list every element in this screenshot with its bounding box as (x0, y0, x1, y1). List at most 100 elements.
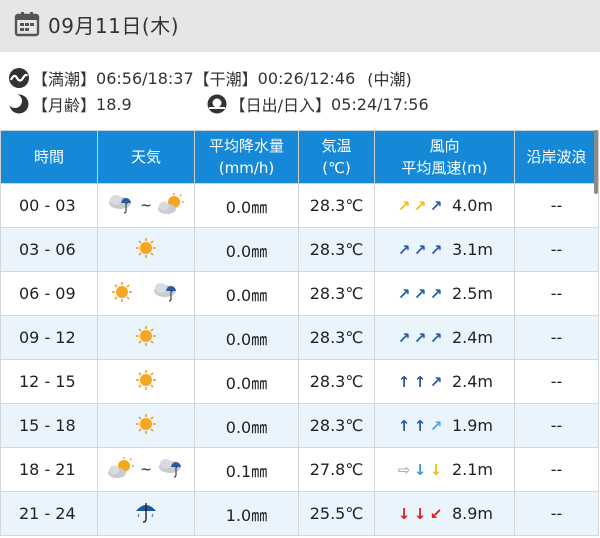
rain-cloud-icon (151, 280, 181, 308)
weather-tilde: ~ (140, 461, 152, 478)
wave-cell: -- (514, 227, 599, 272)
weather-cell (97, 359, 195, 404)
precip-cell: 0.1㎜ (194, 447, 299, 492)
wind-direction-icon: ↗ (413, 284, 427, 303)
wind-speed: 2.4m (451, 372, 494, 391)
wind-speed: 2.4m (451, 328, 494, 347)
wind-direction-icon: ↗ (413, 240, 427, 259)
wind-cell: ↗ ↗ ↗ 2.4m (374, 315, 515, 360)
precip-cell: 0.0㎜ (194, 359, 299, 404)
wind-speed: 8.9m (451, 504, 494, 523)
wind-speed: 4.0m (451, 196, 494, 215)
wind-direction-icon: ⇨ (397, 460, 411, 479)
precip-cell: 0.0㎜ (194, 183, 299, 228)
date-header: 09月11日(木) (0, 0, 600, 52)
wind-direction-icon: ↓ (413, 504, 427, 523)
header-wave: 沿岸波浪 (514, 130, 599, 184)
time-cell: 18 - 21 (0, 447, 98, 492)
table-row: 18 - 21 ~0.1㎜ 27.8℃ ⇨ ↓ ↓ 2.1m -- (0, 447, 599, 492)
sun-icon (135, 413, 157, 439)
tide-wave-icon (9, 68, 29, 88)
low-tide-value: 00:26/12:46 (257, 68, 356, 88)
wind-direction-icon: ↑ (413, 372, 427, 391)
wind-direction-icon: ↙ (429, 504, 443, 523)
time-cell: 21 - 24 (0, 491, 98, 536)
wind-direction-icon: ↓ (397, 504, 411, 523)
table-row: 12 - 15 0.0㎜ 28.3℃ ↑ ↑ ↗ 2.4m -- (0, 359, 599, 404)
table-row: 03 - 06 0.0㎜ 28.3℃ ↗ ↗ ↗ 3.1m -- (0, 227, 599, 272)
moon-age-value: 18.9 (96, 94, 132, 114)
weather-cell (97, 491, 195, 536)
wave-cell: -- (514, 183, 599, 228)
table-row: 15 - 18 0.0㎜ 28.3℃ ↑ ↑ ↗ 1.9m -- (0, 403, 599, 448)
wind-cell: ↗ ↗ ↗ 3.1m (374, 227, 515, 272)
wave-cell: -- (514, 271, 599, 316)
header-wind: 風向 平均風速(m) (374, 130, 515, 184)
wind-cell: ↗ ↗ ↗ 2.5m (374, 271, 515, 316)
wind-direction-icon: ↗ (397, 328, 411, 347)
wave-cell: -- (514, 359, 599, 404)
high-tide-value: 06:56/18:37 (96, 68, 194, 88)
wind-direction-icon: ↗ (397, 196, 411, 215)
high-tide-label: 【満潮】 (32, 70, 97, 89)
wind-direction-icon: ↓ (413, 460, 427, 479)
wind-direction-icon: ↗ (397, 284, 411, 303)
calendar-icon (14, 12, 40, 37)
wind-direction-icon: ↗ (429, 328, 443, 347)
tide-type: (中潮) (367, 70, 412, 89)
wind-cell: ↑ ↑ ↗ 1.9m (374, 403, 515, 448)
wave-cell: -- (514, 491, 599, 536)
precip-cell: 1.0㎜ (194, 491, 299, 536)
temp-cell: 28.3℃ (298, 359, 375, 404)
wind-direction-icon: ↑ (397, 416, 411, 435)
weather-tilde: ~ (140, 197, 152, 214)
weather-cell (97, 315, 195, 360)
temp-cell: 28.3℃ (298, 183, 375, 228)
wind-direction-icon: ↑ (397, 372, 411, 391)
wind-direction-icon: ↗ (429, 284, 443, 303)
wind-cell: ↓ ↓ ↙ 8.9m (374, 491, 515, 536)
rain-cloud-icon (156, 456, 186, 484)
precip-cell: 0.0㎜ (194, 271, 299, 316)
temp-cell: 27.8℃ (298, 447, 375, 492)
temp-cell: 28.3℃ (298, 271, 375, 316)
wind-cell: ↗ ↗ ↗ 4.0m (374, 183, 515, 228)
wind-cell: ⇨ ↓ ↓ 2.1m (374, 447, 515, 492)
time-cell: 09 - 12 (0, 315, 98, 360)
sun-cloud-icon (106, 456, 136, 483)
table-row: 06 - 09 0.0㎜ 28.3℃ ↗ ↗ ↗ 2.5m -- (0, 271, 599, 316)
time-cell: 12 - 15 (0, 359, 98, 404)
precip-cell: 0.0㎜ (194, 227, 299, 272)
time-cell: 00 - 03 (0, 183, 98, 228)
sun-icon (135, 237, 157, 263)
rain-cloud-icon (106, 192, 136, 220)
precip-cell: 0.0㎜ (194, 403, 299, 448)
tide-info-row: 【満潮】 06:56/18:37 【干潮】 00:26/12:46 (中潮) (8, 66, 412, 90)
temp-cell: 25.5℃ (298, 491, 375, 536)
precip-cell: 0.0㎜ (194, 315, 299, 360)
header-precip: 平均降水量 (mm/h) (194, 130, 299, 184)
low-tide-label: 【干潮】 (193, 70, 258, 89)
table-row: 21 - 24 1.0㎜ 25.5℃ ↓ ↓ ↙ 8.9m -- (0, 491, 599, 536)
wind-direction-icon: ↗ (429, 372, 443, 391)
wind-direction-icon: ↓ (429, 460, 443, 479)
table-row: 00 - 03 ~0.0㎜ 28.3℃ ↗ ↗ ↗ 4.0m -- (0, 183, 599, 228)
sun-icon (111, 281, 133, 307)
wave-cell: -- (514, 447, 599, 492)
table-row: 09 - 12 0.0㎜ 28.3℃ ↗ ↗ ↗ 2.4m -- (0, 315, 599, 360)
weather-table: 時間 天気 平均降水量 (mm/h) 気温 (℃) 風向 平均風速(m) 沿岸波浪 0… (0, 130, 599, 536)
wind-direction-icon: ↗ (429, 240, 443, 259)
moon-age-label: 【月齢】 (32, 96, 97, 115)
weather-cell (97, 403, 195, 448)
weather-cell: ~ (97, 447, 195, 492)
table-header-row: 時間 天気 平均降水量 (mm/h) 気温 (℃) 風向 平均風速(m) 沿岸波浪 (0, 130, 599, 184)
weather-cell: ~ (97, 183, 195, 228)
wind-speed: 2.5m (451, 284, 494, 303)
sun-value: 05:24/17:56 (331, 94, 429, 114)
scrollbar[interactable] (594, 130, 598, 194)
wind-direction-icon: ↗ (429, 416, 443, 435)
sun-cloud-icon (156, 192, 186, 219)
sun-icon (135, 325, 157, 351)
time-cell: 03 - 06 (0, 227, 98, 272)
wind-direction-icon: ↗ (413, 328, 427, 347)
